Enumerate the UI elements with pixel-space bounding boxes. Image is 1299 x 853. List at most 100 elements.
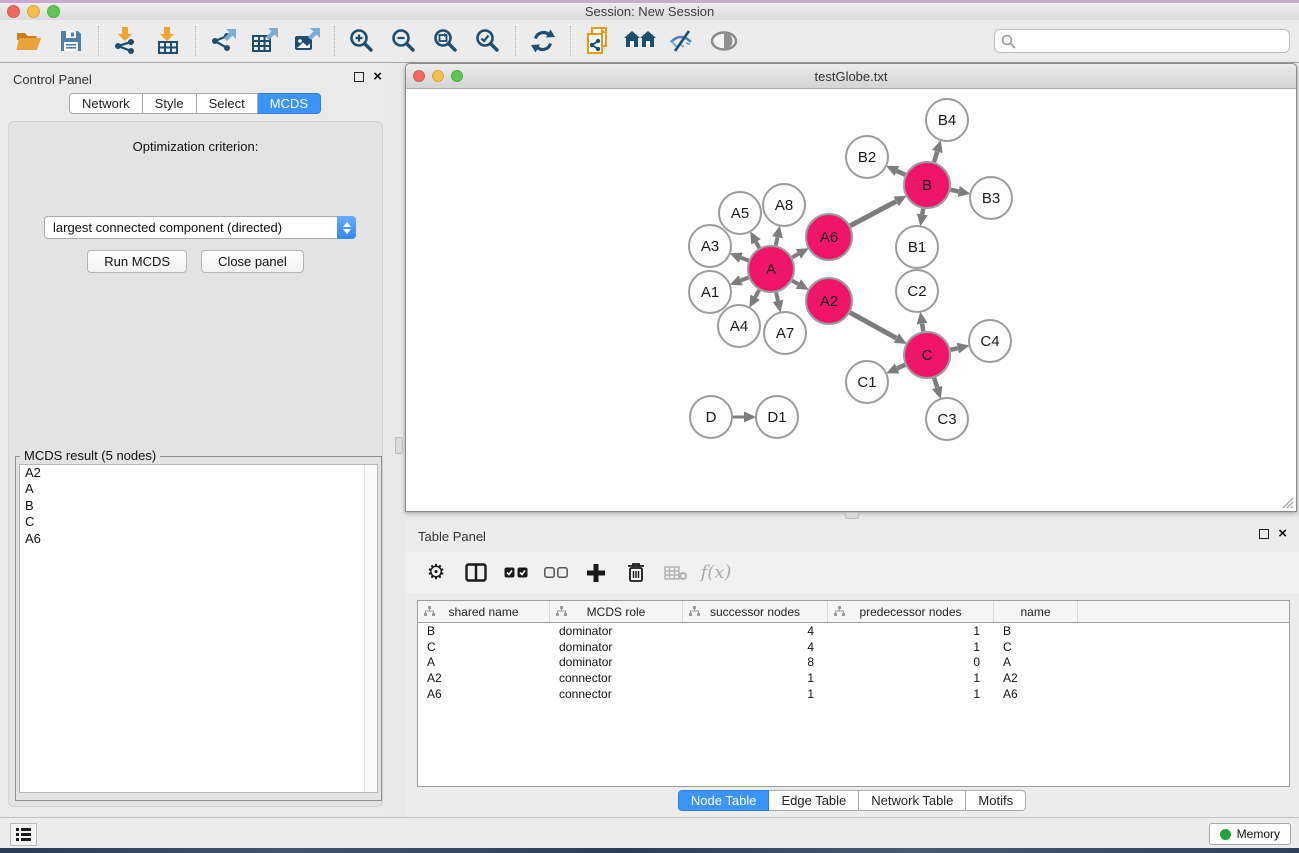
column-header-name[interactable]: name — [994, 601, 1078, 622]
settings-gear-icon[interactable]: ⚙ — [421, 558, 451, 588]
result-list-item[interactable]: A6 — [20, 531, 377, 547]
close-panel-button[interactable]: Close panel — [201, 250, 304, 273]
table-cell[interactable]: 8 — [683, 655, 828, 669]
table-cell[interactable]: C — [994, 640, 1078, 654]
graph-node-B4[interactable]: B4 — [926, 99, 968, 141]
delete-table-icon[interactable] — [661, 558, 691, 588]
network-window-titlebar[interactable]: testGlobe.txt — [406, 64, 1296, 89]
graph-node-C4[interactable]: C4 — [969, 320, 1011, 362]
resize-grip-icon[interactable] — [1280, 495, 1294, 509]
graph-edge-A6-B[interactable] — [850, 201, 896, 225]
memory-button[interactable]: Memory — [1209, 823, 1291, 845]
graph-node-D1[interactable]: D1 — [756, 396, 798, 438]
zoom-out-icon[interactable] — [383, 24, 425, 58]
column-header-mcds-role[interactable]: MCDS role — [550, 601, 683, 622]
table-cell[interactable]: A — [418, 655, 550, 669]
graph-edge-A-A3[interactable] — [741, 258, 749, 261]
table-cell[interactable]: B — [994, 624, 1078, 638]
graph-node-A8[interactable]: A8 — [763, 184, 805, 226]
node-table[interactable]: shared nameMCDS rolesuccessor nodesprede… — [417, 600, 1290, 787]
graph-node-C[interactable]: C — [904, 332, 950, 378]
table-cell[interactable]: 4 — [683, 640, 828, 654]
run-mcds-button[interactable]: Run MCDS — [87, 250, 187, 273]
table-cell[interactable]: connector — [550, 671, 683, 685]
graph-edge-A-A2[interactable] — [792, 281, 798, 284]
column-view-icon[interactable] — [461, 558, 491, 588]
zoom-fit-icon[interactable] — [425, 24, 467, 58]
export-network-icon[interactable] — [202, 24, 244, 58]
table-cell[interactable]: 1 — [828, 624, 994, 638]
hide-selected-icon[interactable] — [661, 24, 703, 58]
table-cell[interactable]: 4 — [683, 624, 828, 638]
graph-node-B3[interactable]: B3 — [970, 177, 1012, 219]
export-table-icon[interactable] — [244, 24, 286, 58]
add-column-icon[interactable] — [581, 558, 611, 588]
show-all-icon[interactable] — [703, 24, 745, 58]
deselect-checkboxes-icon[interactable] — [541, 558, 571, 588]
network-canvas[interactable]: AA1A2A3A4A5A6A7A8BB1B2B3B4CC1C2C3C4DD1 — [406, 89, 1296, 511]
horizontal-splitter-handle[interactable] — [845, 512, 859, 519]
graph-edge-A-A4[interactable] — [755, 290, 759, 297]
graph-edge-B-B1[interactable] — [922, 209, 923, 215]
graph-node-D[interactable]: D — [690, 396, 732, 438]
tab-style[interactable]: Style — [143, 93, 197, 114]
tab-select[interactable]: Select — [197, 93, 258, 114]
graph-node-A3[interactable]: A3 — [689, 225, 731, 267]
table-cell[interactable]: 1 — [828, 687, 994, 701]
column-header-shared-name[interactable]: shared name — [418, 601, 550, 622]
result-list-item[interactable]: A2 — [20, 465, 377, 481]
import-table-icon[interactable] — [147, 24, 189, 58]
graph-node-C3[interactable]: C3 — [926, 398, 968, 440]
graph-edge-B-B3[interactable] — [951, 190, 959, 192]
float-panel-icon[interactable] — [354, 72, 364, 82]
graph-node-A1[interactable]: A1 — [689, 271, 731, 313]
table-cell[interactable]: dominator — [550, 624, 683, 638]
graph-node-A4[interactable]: A4 — [718, 305, 760, 347]
graph-edge-B-B4[interactable] — [934, 152, 937, 163]
table-cell[interactable]: 1 — [828, 640, 994, 654]
graph-node-A7[interactable]: A7 — [764, 312, 806, 354]
graph-node-A[interactable]: A — [748, 246, 794, 292]
task-history-button[interactable] — [10, 823, 37, 846]
table-row[interactable]: Adominator80A — [418, 654, 1289, 670]
column-header-successor-nodes[interactable]: successor nodes — [683, 601, 828, 622]
table-cell[interactable]: A6 — [994, 687, 1078, 701]
tab-edge-table[interactable]: Edge Table — [769, 790, 859, 811]
column-header-predecessor-nodes[interactable]: predecessor nodes — [828, 601, 994, 622]
delete-icon[interactable] — [621, 558, 651, 588]
graph-edge-C-C3[interactable] — [934, 378, 937, 388]
open-folder-icon[interactable] — [8, 24, 50, 58]
criterion-dropdown[interactable]: largest connected component (directed) — [44, 216, 356, 239]
graph-edge-A-A5[interactable] — [756, 242, 759, 248]
vertical-splitter-handle[interactable] — [395, 437, 403, 454]
graph-node-A5[interactable]: A5 — [719, 192, 761, 234]
table-row[interactable]: A2connector11A2 — [418, 670, 1289, 686]
tab-node-table[interactable]: Node Table — [678, 790, 770, 811]
graph-edge-C-C2[interactable] — [922, 324, 923, 332]
table-cell[interactable]: A2 — [994, 671, 1078, 685]
table-row[interactable]: A6connector11A6 — [418, 686, 1289, 702]
table-cell[interactable]: dominator — [550, 655, 683, 669]
graph-node-C1[interactable]: C1 — [846, 361, 888, 403]
function-builder-icon[interactable]: f(x) — [701, 558, 731, 588]
graph-node-A2[interactable]: A2 — [806, 278, 852, 324]
export-image-icon[interactable] — [286, 24, 328, 58]
graph-edge-A-A7[interactable] — [776, 292, 778, 300]
graph-edge-C-C4[interactable] — [950, 348, 957, 350]
search-input[interactable] — [1016, 33, 1283, 50]
first-neighbors-icon[interactable] — [619, 24, 661, 58]
graph-edge-A-A1[interactable] — [741, 277, 749, 280]
graph-edge-C-C1[interactable] — [897, 365, 905, 369]
tab-motifs[interactable]: Motifs — [966, 790, 1026, 811]
tab-network[interactable]: Network — [69, 93, 143, 114]
new-network-from-selection-icon[interactable] — [577, 24, 619, 58]
graph-edge-A-A8[interactable] — [776, 237, 778, 245]
select-all-checkboxes-icon[interactable] — [501, 558, 531, 588]
tab-network-table[interactable]: Network Table — [859, 790, 966, 811]
table-cell[interactable]: A — [994, 655, 1078, 669]
graph-node-A6[interactable]: A6 — [806, 214, 852, 260]
save-icon[interactable] — [50, 24, 92, 58]
graph-node-B1[interactable]: B1 — [896, 226, 938, 268]
table-cell[interactable]: C — [418, 640, 550, 654]
table-cell[interactable]: dominator — [550, 640, 683, 654]
